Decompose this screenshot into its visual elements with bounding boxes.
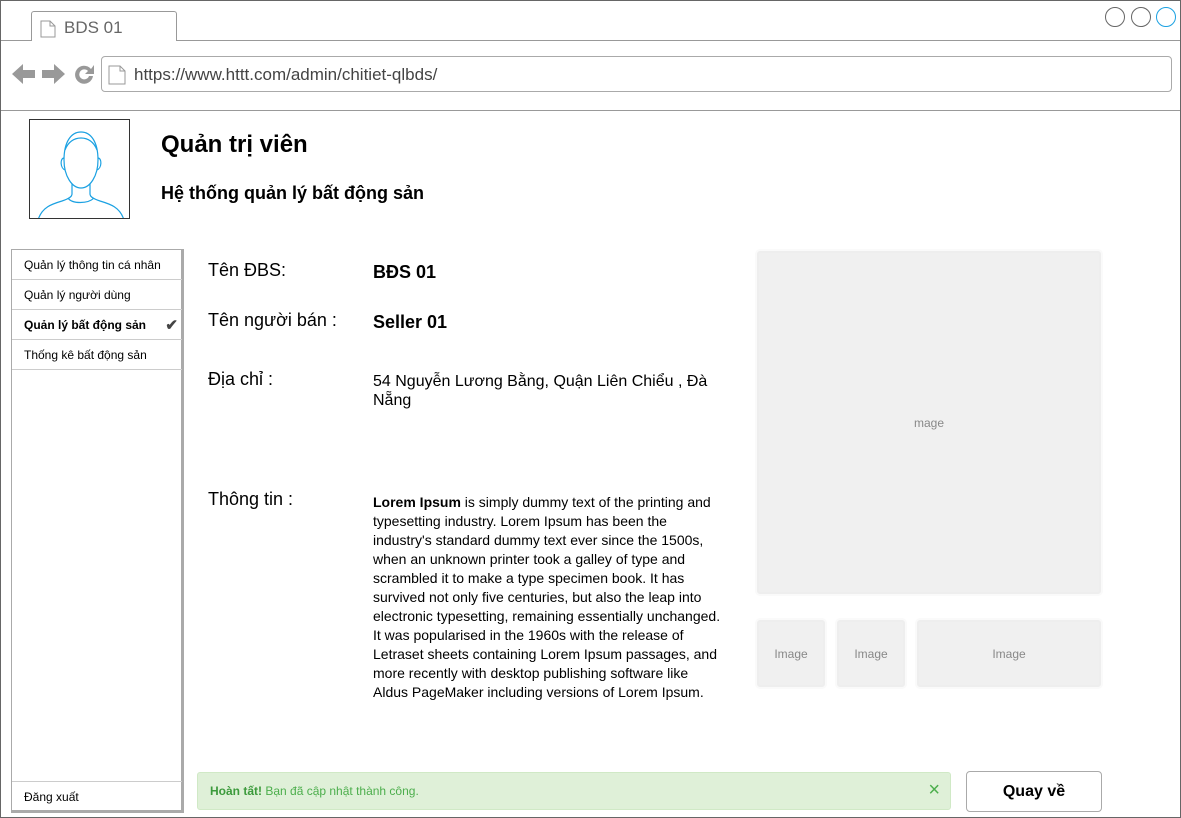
- name-label: Tên ĐBS:: [208, 260, 287, 280]
- thumbnail-image[interactable]: Image: [837, 620, 905, 687]
- sidebar: Quản lý thông tin cá nhân Quản lý người …: [11, 249, 184, 813]
- sidebar-item-personal-info[interactable]: Quản lý thông tin cá nhân: [12, 250, 182, 280]
- image-placeholder-label: Image: [774, 646, 808, 661]
- thumbnail-image[interactable]: Image: [917, 620, 1101, 687]
- thumbnail-image[interactable]: Image: [757, 620, 825, 687]
- page-title: Quản trị viên: [161, 131, 308, 158]
- sidebar-item-label: Quản lý người dùng: [24, 288, 131, 302]
- page-icon: [40, 20, 56, 43]
- image-placeholder-label: Image: [854, 646, 888, 661]
- sidebar-item-label: Quản lý bất động sản: [24, 318, 147, 332]
- url-text: https://www.httt.com/admin/chitiet-qlbds…: [134, 65, 438, 84]
- checkmark-icon: ✔: [165, 317, 178, 334]
- back-button[interactable]: Quay về: [966, 771, 1102, 812]
- seller-value: Seller 01: [373, 312, 448, 332]
- sidebar-item-statistics[interactable]: Thống kê bất động sản: [12, 340, 182, 370]
- image-placeholder-label: Image: [992, 646, 1026, 661]
- info-label: Thông tin :: [208, 489, 294, 509]
- tab-title: BDS 01: [64, 18, 123, 37]
- page-icon: [108, 65, 126, 90]
- sidebar-item-real-estate[interactable]: Quản lý bất động sản ✔: [12, 310, 182, 340]
- maximize-circle-icon[interactable]: [1131, 7, 1151, 27]
- back-arrow-icon[interactable]: [12, 63, 36, 90]
- url-field[interactable]: https://www.httt.com/admin/chitiet-qlbds…: [101, 56, 1172, 92]
- sidebar-item-users[interactable]: Quản lý người dùng: [12, 280, 182, 310]
- browser-window: BDS 01 https://www.httt.com/admin/chitie…: [0, 0, 1181, 818]
- name-value: BĐS 01: [373, 262, 437, 282]
- image-placeholder-label: mage: [913, 415, 945, 430]
- seller-label: Tên người bán :: [208, 310, 337, 330]
- tab-bar: BDS 01: [1, 1, 1180, 42]
- address-label: Địa chỉ :: [208, 369, 274, 389]
- avatar: [29, 119, 130, 219]
- alert-title: Hoàn tất!: [210, 784, 262, 798]
- main-image[interactable]: mage: [757, 251, 1101, 594]
- sidebar-item-logout[interactable]: Đăng xuất: [12, 781, 182, 811]
- minimize-circle-icon[interactable]: [1105, 7, 1125, 27]
- alert-message: Bạn đã cập nhật thành công.: [262, 784, 419, 798]
- page-subtitle: Hệ thống quản lý bất động sản: [161, 183, 424, 203]
- info-bold-text: Lorem Ipsum: [373, 494, 461, 510]
- address-bar: https://www.httt.com/admin/chitiet-qlbds…: [1, 41, 1180, 111]
- sidebar-item-label: Quản lý thông tin cá nhân: [24, 258, 161, 272]
- info-body-text: is simply dummy text of the printing and…: [373, 494, 721, 700]
- reload-icon[interactable]: [72, 63, 96, 90]
- success-alert: Hoàn tất! Bạn đã cập nhật thành công. ×: [197, 772, 951, 810]
- sidebar-item-label: Đăng xuất: [24, 790, 79, 804]
- info-description: Lorem Ipsum is simply dummy text of the …: [373, 493, 725, 702]
- browser-tab[interactable]: BDS 01: [31, 11, 177, 42]
- close-icon[interactable]: ×: [928, 779, 940, 802]
- address-value: 54 Nguyễn Lương Bằng, Quận Liên Chiểu , …: [373, 373, 708, 409]
- forward-arrow-icon[interactable]: [41, 63, 65, 90]
- close-circle-icon[interactable]: [1156, 7, 1176, 27]
- sidebar-item-label: Thống kê bất động sản: [24, 348, 147, 362]
